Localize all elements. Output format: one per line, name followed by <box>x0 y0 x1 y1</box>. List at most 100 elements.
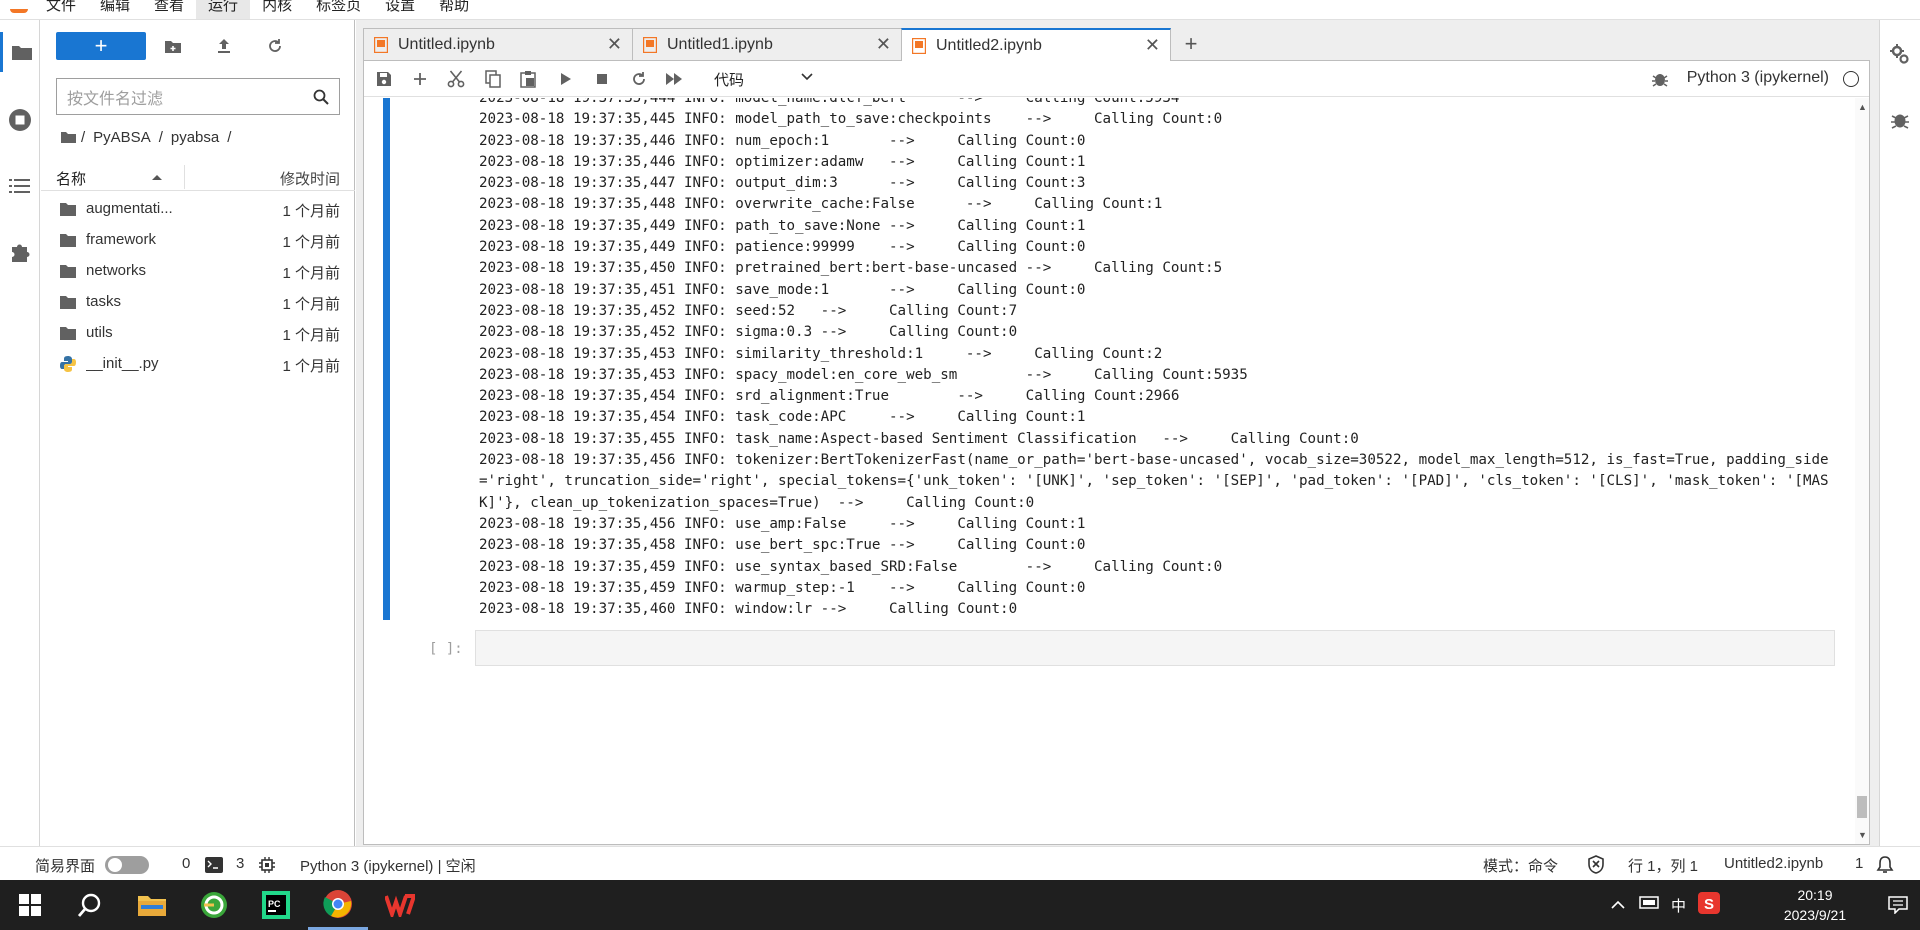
file-item-tasks[interactable]: tasks 1 个月前 <box>41 287 355 317</box>
menu-edit[interactable]: 编辑 <box>88 0 142 19</box>
menu-settings[interactable]: 设置 <box>373 0 427 19</box>
network-icon[interactable] <box>1639 895 1659 915</box>
notebook-content[interactable]: 2023-08-18 19:37:35,444 INFO: model_name… <box>364 98 1869 844</box>
cell-output: 2023-08-18 19:37:35,444 INFO: model_name… <box>479 98 1844 620</box>
chevron-down-icon[interactable] <box>800 70 814 84</box>
action-center-button[interactable] <box>1876 880 1920 930</box>
close-icon[interactable]: ✕ <box>876 34 891 55</box>
output-line: 2023-08-18 19:37:35,446 INFO: num_epoch:… <box>479 132 1086 149</box>
cell-type-select[interactable]: 代码 <box>714 69 744 90</box>
taskbar-clock[interactable]: 20:19 2023/9/21 <box>1770 885 1860 925</box>
output-line: 2023-08-18 19:37:35,456 INFO: tokenizer:… <box>479 452 1829 511</box>
notification-count[interactable]: 1 <box>1855 855 1863 872</box>
file-item-utils[interactable]: utils 1 个月前 <box>41 318 355 348</box>
copy-icon <box>485 70 501 88</box>
sogou-ime-icon[interactable]: S <box>1698 892 1720 918</box>
menu-help[interactable]: 帮助 <box>427 0 481 19</box>
output-line: 2023-08-18 19:37:35,447 INFO: output_dim… <box>479 175 1086 192</box>
menu-tabs[interactable]: 标签页 <box>304 0 373 19</box>
taskbar-pycharm[interactable]: PC <box>246 880 306 930</box>
output-line: 2023-08-18 19:37:35,460 INFO: window:lr … <box>479 601 1018 618</box>
trust-shield-icon[interactable] <box>1587 855 1605 874</box>
kernel-status-text[interactable]: Python 3 (ipykernel) | 空闲 <box>300 855 476 876</box>
file-item-augmentation[interactable]: augmentati... 1 个月前 <box>41 194 355 224</box>
save-button[interactable] <box>372 67 396 91</box>
code-cell-input[interactable] <box>475 630 1835 666</box>
table-of-contents-tab[interactable] <box>0 166 40 206</box>
simple-mode-toggle[interactable] <box>105 856 149 874</box>
vertical-scrollbar[interactable]: ▲ ▼ <box>1855 98 1869 844</box>
restart-kernel-button[interactable] <box>627 67 651 91</box>
taskbar-file-explorer[interactable] <box>122 880 182 930</box>
taskbar-360-browser[interactable] <box>184 880 244 930</box>
menu-view[interactable]: 查看 <box>142 0 196 19</box>
folder-icon <box>60 296 76 309</box>
kernel-name-button[interactable]: Python 3 (ipykernel) <box>1687 69 1829 87</box>
debugger-tab[interactable] <box>1880 100 1920 140</box>
column-divider <box>184 165 185 189</box>
copy-button[interactable] <box>481 67 505 91</box>
output-line: 2023-08-18 19:37:35,459 INFO: use_syntax… <box>479 558 1223 575</box>
running-sessions-tab[interactable] <box>0 100 40 140</box>
file-modified: 1 个月前 <box>282 265 340 282</box>
notebook-icon <box>643 36 657 53</box>
kernel-status-idle-icon <box>1843 71 1859 87</box>
start-button[interactable] <box>0 880 60 930</box>
interrupt-kernel-button[interactable] <box>590 67 614 91</box>
restart-run-all-button[interactable] <box>662 67 686 91</box>
simple-mode-label: 简易界面 <box>35 858 96 875</box>
breadcrumb-sep: / <box>158 128 163 146</box>
new-folder-button[interactable] <box>161 34 185 58</box>
run-cell-button[interactable] <box>554 67 578 91</box>
add-tab-button[interactable]: + <box>1176 28 1206 60</box>
insert-cell-button[interactable] <box>408 67 432 91</box>
extension-manager-tab[interactable] <box>0 232 40 272</box>
close-icon[interactable]: ✕ <box>607 34 622 55</box>
menu-kernel[interactable]: 内核 <box>250 0 304 19</box>
cursor-position[interactable]: 行 1，列 1 <box>1628 855 1698 876</box>
file-item-init-py[interactable]: __init__.py 1 个月前 <box>41 349 355 379</box>
ime-indicator[interactable]: 中 <box>1671 895 1686 916</box>
file-filter-input[interactable]: 按文件名过滤 <box>56 78 340 115</box>
file-item-framework[interactable]: framework 1 个月前 <box>41 225 355 255</box>
search-icon <box>77 893 101 917</box>
tab-untitled[interactable]: Untitled.ipynb ✕ <box>363 28 633 60</box>
scrollbar-thumb[interactable] <box>1857 796 1867 818</box>
show-hidden-icons-icon[interactable] <box>1611 897 1625 914</box>
column-name[interactable]: 名称 <box>56 168 86 189</box>
file-modified: 1 个月前 <box>282 203 340 220</box>
kernel-chip-icon[interactable] <box>258 856 276 874</box>
cut-button[interactable] <box>444 67 468 91</box>
file-browser-tab[interactable] <box>0 32 40 72</box>
menu-file[interactable]: 文件 <box>34 0 88 19</box>
refresh-button[interactable] <box>263 34 287 58</box>
kernel-count[interactable]: 3 <box>236 855 244 872</box>
breadcrumb-pyabsa[interactable]: pyabsa <box>171 129 219 146</box>
mode-indicator: 模式：命令 <box>1483 858 1559 875</box>
column-modified[interactable]: 修改时间 <box>280 168 340 189</box>
taskbar-wps[interactable] <box>370 880 430 930</box>
new-launcher-button[interactable]: + <box>56 32 146 60</box>
debugger-bug-icon[interactable] <box>1651 70 1669 88</box>
scroll-up-arrow-icon[interactable]: ▲ <box>1858 102 1867 112</box>
tab-untitled2[interactable]: Untitled2.ipynb ✕ <box>901 28 1171 61</box>
active-cell-collapser[interactable] <box>383 98 390 620</box>
taskbar-search-button[interactable] <box>60 880 120 930</box>
paste-button[interactable] <box>516 67 540 91</box>
terminal-icon[interactable] <box>205 857 223 873</box>
breadcrumb-pyabsa-root[interactable]: PyABSA <box>93 129 151 146</box>
scroll-down-arrow-icon[interactable]: ▼ <box>1858 830 1867 840</box>
upload-button[interactable] <box>212 34 236 58</box>
terminal-count[interactable]: 0 <box>182 855 190 872</box>
taskbar-chrome[interactable] <box>308 880 368 930</box>
close-icon[interactable]: ✕ <box>1145 35 1160 56</box>
file-name: augmentati... <box>86 200 173 217</box>
bell-icon[interactable] <box>1876 855 1894 874</box>
file-item-networks[interactable]: networks 1 个月前 <box>41 256 355 286</box>
tab-untitled1[interactable]: Untitled1.ipynb ✕ <box>632 28 902 60</box>
menu-run[interactable]: 运行 <box>196 0 251 19</box>
notebook-tab-bar: Untitled.ipynb ✕ Untitled1.ipynb ✕ Untit… <box>363 28 1206 61</box>
folder-icon[interactable] <box>60 130 77 144</box>
folder-icon <box>60 203 76 216</box>
property-inspector-tab[interactable] <box>1880 34 1920 74</box>
